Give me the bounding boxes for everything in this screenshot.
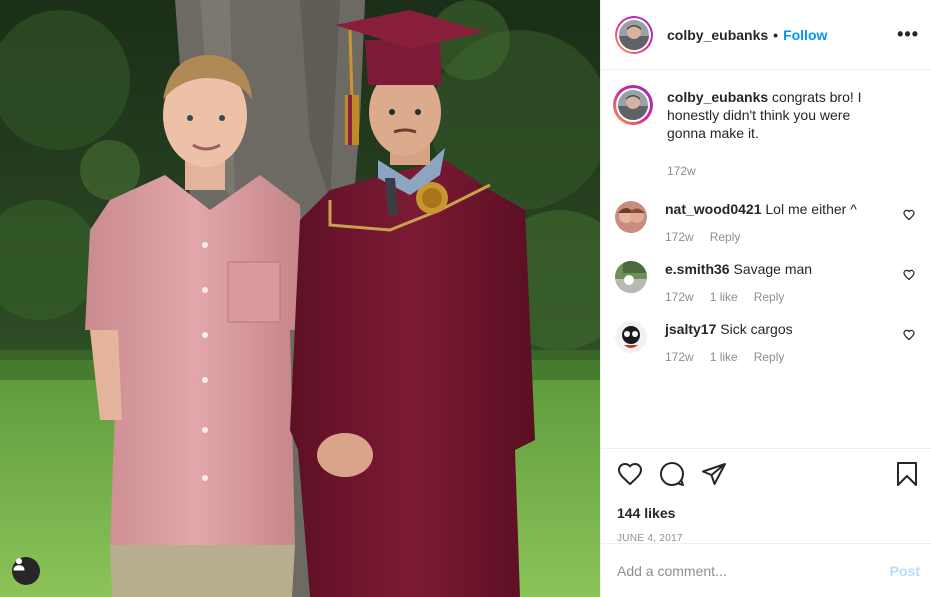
follow-button[interactable]: Follow (783, 27, 827, 43)
comment-username[interactable]: e.smith36 (665, 261, 730, 277)
more-options-icon[interactable]: ••• (897, 24, 919, 45)
reply-button[interactable]: Reply (754, 290, 785, 304)
post-side-panel: colby_eubanks • Follow ••• colby_eubanks… (600, 0, 931, 597)
caption-time[interactable]: 172w (667, 164, 696, 178)
comment-heart-icon[interactable] (903, 208, 915, 224)
heart-icon[interactable] (617, 462, 643, 486)
comment-likes[interactable]: 1 like (710, 290, 738, 304)
post-actions: 144 likes JUNE 4, 2017 (601, 448, 931, 544)
reply-button[interactable]: Reply (754, 350, 785, 364)
comment-input[interactable] (617, 562, 890, 579)
comment-text: Lol me either ^ (761, 201, 857, 217)
share-icon[interactable] (701, 462, 727, 486)
comment-text: Savage man (729, 261, 813, 277)
photo-illustration (0, 0, 600, 597)
comment-item: nat_wood0421 Lol me either ^ 172w Reply (615, 200, 915, 244)
commenter-avatar[interactable] (615, 201, 647, 233)
post-comment-button[interactable]: Post (890, 563, 920, 579)
comment-icon[interactable] (659, 461, 685, 487)
commenter-avatar[interactable] (615, 261, 647, 293)
comment-item: e.smith36 Savage man 172w 1 like Reply (615, 260, 915, 304)
reply-button[interactable]: Reply (710, 230, 741, 244)
caption-username[interactable]: colby_eubanks (667, 89, 768, 105)
author-username[interactable]: colby_eubanks (667, 27, 768, 43)
comment-heart-icon[interactable] (903, 268, 915, 284)
commenter-avatar[interactable] (615, 321, 647, 353)
comments-list[interactable]: colby_eubanks congrats bro! I honestly d… (601, 70, 931, 450)
caption-text: colby_eubanks congrats bro! I honestly d… (667, 88, 892, 142)
bookmark-icon[interactable] (896, 461, 918, 487)
comment-username[interactable]: jsalty17 (665, 321, 716, 337)
comment-time[interactable]: 172w (665, 350, 694, 364)
user-tag-icon[interactable] (12, 557, 40, 585)
comment-item: jsalty17 Sick cargos 172w 1 like Reply (615, 320, 915, 364)
comment-text: Sick cargos (716, 321, 793, 337)
add-comment-bar: Post (601, 543, 931, 597)
author-avatar[interactable] (615, 15, 653, 54)
comment-heart-icon[interactable] (903, 328, 915, 344)
comment-likes[interactable]: 1 like (710, 350, 738, 364)
comment-time[interactable]: 172w (665, 290, 694, 304)
separator-dot: • (773, 26, 779, 43)
comment-time[interactable]: 172w (665, 230, 694, 244)
caption: colby_eubanks congrats bro! I honestly d… (613, 85, 915, 178)
post-header: colby_eubanks • Follow ••• (601, 0, 931, 70)
comment-username[interactable]: nat_wood0421 (665, 201, 761, 217)
instagram-post-view: colby_eubanks • Follow ••• colby_eubanks… (0, 0, 931, 597)
caption-avatar[interactable] (613, 85, 653, 125)
likes-count[interactable]: 144 likes (617, 505, 918, 521)
post-photo[interactable] (0, 0, 600, 597)
